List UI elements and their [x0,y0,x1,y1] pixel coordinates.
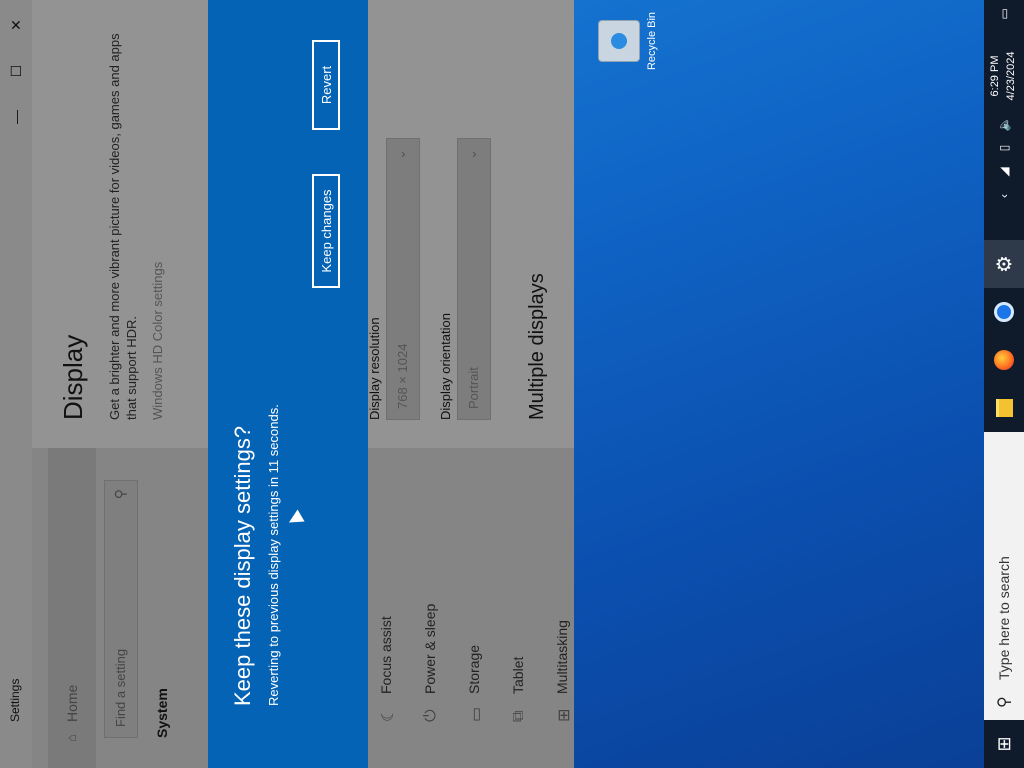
chrome-shape [994,302,1014,322]
windows-logo-icon: ⊞ [993,736,1014,752]
sidebar-item-focus-assist[interactable]: ☾ Focus assist [364,448,408,768]
revert-button[interactable]: Revert [312,40,340,130]
keep-display-settings-dialog: Keep these display settings? Reverting t… [208,0,368,768]
start-button[interactable]: ⊞ [984,720,1024,768]
orientation-dropdown[interactable]: Portrait ⌄ [457,138,491,420]
close-button[interactable]: ✕ [0,2,32,48]
storage-icon: ▭ [468,706,485,722]
recycle-bin[interactable]: Recycle Bin [598,6,658,76]
gear-icon: ⚙ [993,255,1016,273]
search-placeholder: Find a setting [113,648,128,727]
sidebar-item-label: Multitasking [554,620,570,694]
file-explorer-icon[interactable] [984,384,1024,432]
battery-icon[interactable]: ▯ [984,136,1024,160]
clock-date: 4/23/2024 [1005,51,1017,101]
sidebar-item-multitasking[interactable]: ⊞ Multitasking [540,448,574,768]
resolution-label: Display resolution [367,317,382,420]
rotated-screen: Settings — ☐ ✕ ⌂ Home Find a setting ⚲ S… [0,0,1024,768]
recycle-bin-label: Recycle Bin [646,11,658,71]
orientation-value: Portrait [466,367,481,409]
taskbar: ⊞ ⚲ Type here to search ⚙ ‹ ◢ ▯ 🔈 6:29 P… [984,0,1024,768]
sidebar-item-label: Storage [466,644,482,694]
sidebar-item-label: Power & sleep [422,603,438,694]
moon-icon: ☾ [380,707,397,722]
show-hidden-icons-button[interactable]: ‹ [984,184,1024,208]
resolution-value: 768 × 1024 [395,343,410,409]
recycle-bin-icon [598,20,640,62]
home-label: Home [64,684,80,722]
chrome-icon[interactable] [984,288,1024,336]
taskbar-search-box[interactable]: ⚲ Type here to search [984,432,1024,720]
power-icon: ⏻ [422,709,439,722]
multitasking-icon: ⊞ [556,708,573,722]
keep-changes-button[interactable]: Keep changes [312,174,340,288]
chevron-up-icon: ‹ [997,194,1011,198]
dialog-countdown: Reverting to previous display settings i… [266,404,281,706]
chevron-down-icon: ⌄ [393,149,408,160]
mouse-cursor-icon [285,509,305,529]
volume-muted-icon[interactable]: 🔈 [984,112,1024,136]
recycle-symbol [611,33,627,49]
firefox-icon[interactable] [984,336,1024,384]
page-title: Display [58,334,88,420]
tablet-icon: ⧉ [510,710,527,722]
search-icon: ⚲ [112,489,128,500]
sidebar-item-power-sleep[interactable]: ⏻ Power & sleep [408,448,452,768]
taskbar-search-placeholder: Type here to search [996,556,1012,680]
find-setting-input[interactable]: Find a setting ⚲ [104,480,138,738]
window-title: Settings [8,678,22,722]
section-header-system: System [154,688,170,738]
search-icon: ⚲ [996,696,1013,708]
sidebar-home[interactable]: ⌂ Home [48,448,96,768]
sidebar-item-tablet[interactable]: ⧉ Tablet [496,448,540,768]
title-bar: Settings — ☐ ✕ [0,0,32,768]
sidebar-item-label: Focus assist [378,616,394,694]
folder-shape [995,399,1013,417]
maximize-button[interactable]: ☐ [0,48,32,94]
settings-icon[interactable]: ⚙ [984,240,1024,288]
home-icon: ⌂ [64,734,79,742]
settings-window: Settings — ☐ ✕ ⌂ Home Find a setting ⚲ S… [0,0,574,768]
hdr-description: Get a brighter and more vibrant picture … [107,33,139,420]
dialog-title: Keep these display settings? [230,425,255,706]
clock-time: 6:29 PM [989,55,1001,97]
resolution-dropdown[interactable]: 768 × 1024 ⌄ [386,138,420,420]
clock[interactable]: 6:29 PM 4/23/2024 [987,40,1019,112]
firefox-shape [994,350,1014,370]
multiple-displays-heading: Multiple displays [526,273,548,420]
minimize-button[interactable]: — [0,94,32,140]
sidebar-item-storage[interactable]: ▭ Storage [452,448,496,768]
orientation-label: Display orientation [438,313,453,420]
chevron-down-icon: ⌄ [464,149,479,160]
hd-color-settings-link[interactable]: Windows HD Color settings [150,262,165,420]
notifications-icon[interactable]: ▭ [984,0,1024,28]
sidebar-item-label: Tablet [510,656,526,694]
network-icon[interactable]: ◢ [984,160,1024,184]
